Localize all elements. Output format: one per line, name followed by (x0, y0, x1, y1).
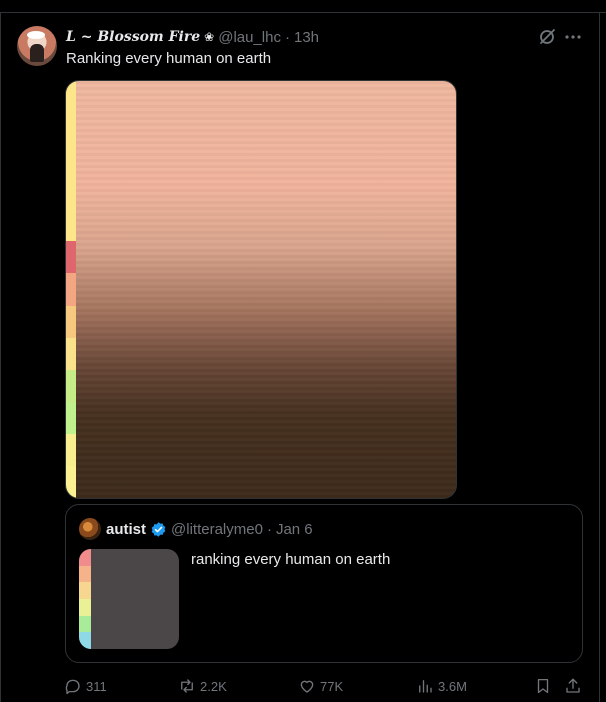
more-options-icon[interactable] (563, 27, 583, 47)
quoted-tier-color-band (79, 582, 91, 600)
grok-icon[interactable] (537, 27, 557, 47)
bookmark-icon (537, 678, 549, 694)
tier-color-band (66, 241, 76, 274)
heart-icon (300, 680, 314, 693)
tweet-action-bar: 311 2.2K 77K 3.6M (64, 675, 586, 697)
quoted-author-name: autist (106, 520, 147, 538)
like-count: 77K (320, 678, 344, 694)
separator-dot: · (284, 28, 290, 46)
tier-color-band (66, 81, 76, 114)
view-count: 3.6M (438, 678, 467, 694)
author-avatar[interactable] (17, 26, 57, 66)
reply-count: 311 (86, 678, 107, 694)
tier-color-band (66, 113, 76, 146)
tweet-header: L ~ Blossom Fire ❀ @lau_lhc · 13h (66, 27, 319, 47)
like-button[interactable]: 77K (298, 675, 343, 697)
frame-top-border (0, 12, 606, 13)
quoted-timestamp: Jan 6 (275, 520, 313, 538)
quoted-separator-dot: · (266, 520, 272, 538)
analytics-icon (419, 680, 432, 693)
tier-color-band (66, 337, 76, 370)
quoted-author-avatar (79, 518, 101, 540)
quoted-author-handle: @litteralyme0 (171, 520, 263, 538)
flower-emoji: ❀ (204, 30, 215, 44)
tier-list-color-strip (66, 81, 76, 498)
quoted-tier-color-band (79, 632, 91, 649)
share-icon (566, 678, 580, 693)
media-texture (76, 81, 456, 498)
frame-right-border (599, 12, 600, 702)
tier-color-band (66, 177, 76, 210)
tier-color-band (66, 273, 76, 306)
tier-color-band (66, 369, 76, 402)
tweet-timestamp[interactable]: 13h (294, 29, 319, 46)
verified-badge-icon (151, 521, 166, 537)
quoted-media-thumbnail (79, 549, 179, 649)
quoted-tier-color-band (79, 549, 91, 566)
avatar-figure (30, 44, 44, 62)
share-button[interactable] (564, 675, 582, 697)
tier-color-band (66, 433, 76, 466)
quoted-tier-color-band (79, 615, 91, 633)
reply-icon (65, 679, 80, 695)
frame-left-border (0, 12, 1, 702)
tier-color-band (66, 305, 76, 338)
repost-count: 2.2K (200, 678, 227, 694)
quoted-tier-color-band (79, 599, 91, 616)
quoted-tier-color-band (79, 565, 91, 583)
quoted-tweet-header: autist @litteralyme0 · Jan 6 (106, 519, 313, 539)
quoted-tier-color-strip (79, 549, 91, 649)
author-handle[interactable]: @lau_lhc (218, 29, 281, 46)
bookmark-button[interactable] (534, 675, 552, 697)
repost-button[interactable]: 2.2K (178, 675, 227, 697)
tier-color-band (66, 209, 76, 242)
tweet-text: Ranking every human on earth (66, 50, 272, 67)
repost-icon (181, 679, 193, 693)
tier-color-band (66, 401, 76, 434)
reply-button[interactable]: 311 (64, 675, 107, 697)
tier-color-band (66, 145, 76, 178)
quoted-tweet[interactable]: autist @litteralyme0 · Jan 6 ranking eve… (65, 504, 583, 663)
tier-color-band (66, 465, 76, 498)
quoted-tweet-text: ranking every human on earth (191, 551, 391, 568)
author-display-name[interactable]: L ~ Blossom Fire (66, 29, 200, 45)
avatar-speech-bubble (27, 31, 45, 39)
tweet-media-image[interactable] (65, 80, 457, 499)
views-button[interactable]: 3.6M (416, 675, 467, 697)
